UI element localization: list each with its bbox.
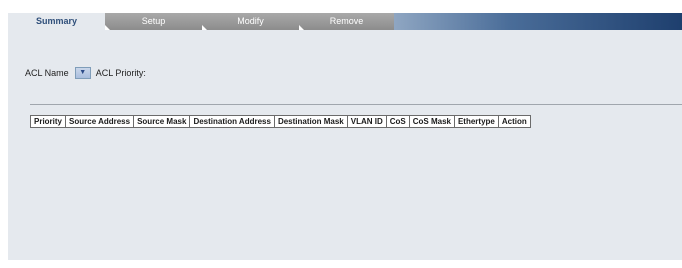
tab-summary[interactable]: Summary (8, 13, 105, 30)
column-header-source-mask[interactable]: Source Mask (133, 115, 191, 128)
chevron-down-icon[interactable]: ▼ (75, 68, 90, 78)
acl-name-select[interactable]: ▼ (74, 67, 91, 79)
acl-rules-table: Priority Source Address Source Mask Dest… (29, 115, 531, 128)
column-header-action[interactable]: Action (497, 115, 531, 128)
acl-selection-row: ACL Name ▼ ACL Priority: (25, 67, 146, 79)
summary-panel (8, 30, 682, 260)
column-header-destination-mask[interactable]: Destination Mask (273, 115, 348, 128)
column-header-priority[interactable]: Priority (29, 115, 67, 128)
section-divider (30, 104, 682, 105)
tab-modify[interactable]: Modify (202, 13, 299, 30)
tab-remove[interactable]: Remove (299, 13, 394, 30)
tab-bar: Summary Setup Modify Remove (8, 13, 682, 30)
column-header-ethertype[interactable]: Ethertype (453, 115, 499, 128)
column-header-destination-address[interactable]: Destination Address (189, 115, 275, 128)
column-header-cos-mask[interactable]: CoS Mask (408, 115, 455, 128)
column-header-source-address[interactable]: Source Address (65, 115, 135, 128)
tab-bar-filler (394, 13, 682, 30)
acl-name-label: ACL Name (25, 68, 69, 78)
column-header-vlan-id[interactable]: VLAN ID (346, 115, 387, 128)
table-header-row: Priority Source Address Source Mask Dest… (29, 115, 531, 128)
acl-priority-label: ACL Priority: (95, 68, 146, 78)
tab-setup[interactable]: Setup (105, 13, 202, 30)
column-header-cos[interactable]: CoS (385, 115, 410, 128)
